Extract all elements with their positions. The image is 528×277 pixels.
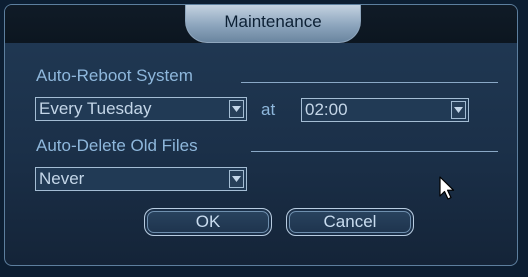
section-divider xyxy=(241,82,498,83)
section-divider xyxy=(251,151,498,152)
auto-delete-value: Never xyxy=(39,169,85,188)
reboot-day-select[interactable]: Every Tuesday xyxy=(35,97,247,121)
reboot-day-value: Every Tuesday xyxy=(39,99,152,118)
reboot-time-select[interactable]: 02:00 xyxy=(301,98,469,122)
maintenance-dialog: Maintenance Auto-Reboot System Every Tue… xyxy=(4,4,518,266)
reboot-time-value: 02:00 xyxy=(305,100,348,119)
dialog-title: Maintenance xyxy=(185,5,361,43)
auto-delete-section-label: Auto-Delete Old Files xyxy=(36,136,198,155)
chevron-down-icon[interactable] xyxy=(229,100,244,118)
auto-reboot-section-label: Auto-Reboot System xyxy=(36,66,193,85)
auto-delete-select[interactable]: Never xyxy=(35,167,247,191)
at-label: at xyxy=(261,100,276,119)
cancel-button[interactable]: Cancel xyxy=(286,208,414,236)
chevron-down-icon[interactable] xyxy=(229,170,244,188)
mouse-pointer-icon xyxy=(439,176,455,200)
ok-button[interactable]: OK xyxy=(144,208,272,236)
chevron-down-icon[interactable] xyxy=(451,101,466,119)
